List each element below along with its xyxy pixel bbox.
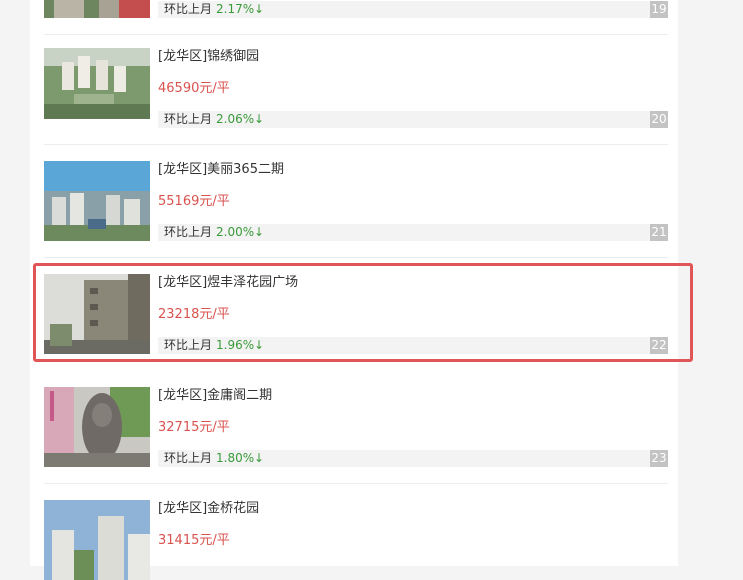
property-price: 32715元/平	[158, 420, 230, 435]
change-bar: 环比上月 1.96% ↓ 22	[158, 337, 668, 354]
change-percent: 2.00%	[216, 225, 255, 239]
down-arrow-icon: ↓	[254, 225, 265, 239]
divider	[44, 34, 668, 35]
property-name[interactable]: [龙华区]金庸阁二期	[158, 387, 272, 405]
property-title[interactable]: 金桥花园	[207, 501, 259, 516]
divider	[44, 144, 668, 145]
change-percent: 1.80%	[216, 451, 255, 465]
property-price: 55169元/平	[158, 194, 230, 209]
change-bar: 环比上月 2.00% ↓ 21	[158, 224, 668, 241]
property-name[interactable]: [龙华区]美丽365二期	[158, 161, 284, 179]
rank-badge: 23	[650, 450, 668, 467]
change-percent: 2.17%	[216, 2, 255, 16]
district-label: [龙华区]	[158, 162, 208, 177]
property-name[interactable]: [龙华区]金桥花园	[158, 500, 259, 518]
change-percent: 1.96%	[216, 338, 255, 352]
list-item[interactable]: 环比上月 2.17% ↓ 19	[44, 0, 668, 35]
property-price: 23218元/平	[158, 307, 230, 322]
rank-badge: 19	[650, 1, 668, 18]
change-percent: 2.06%	[216, 112, 255, 126]
down-arrow-icon: ↓	[254, 451, 265, 465]
property-thumbnail[interactable]	[44, 387, 150, 467]
change-bar: 环比上月 1.80% ↓ 23	[158, 450, 668, 467]
change-label: 环比上月	[164, 451, 213, 465]
rank-badge: 20	[650, 111, 668, 128]
rank-badge: 22	[650, 337, 668, 354]
list-item[interactable]: [龙华区]锦绣御园 46590元/平 环比上月 2.06% ↓ 20	[44, 48, 668, 145]
rank-badge: 21	[650, 224, 668, 241]
property-name[interactable]: [龙华区]锦绣御园	[158, 48, 259, 66]
property-thumbnail[interactable]	[44, 0, 150, 18]
down-arrow-icon: ↓	[254, 2, 265, 16]
change-bar: 环比上月 2.06% ↓ 20	[158, 111, 668, 128]
district-label: [龙华区]	[158, 275, 208, 290]
property-title[interactable]: 美丽365二期	[207, 162, 284, 177]
list-item[interactable]: [龙华区]美丽365二期 55169元/平 环比上月 2.00% ↓ 21	[44, 161, 668, 258]
list-item[interactable]: [龙华区]金庸阁二期 32715元/平 环比上月 1.80% ↓ 23	[44, 387, 668, 484]
property-name[interactable]: [龙华区]煜丰泽花园广场	[158, 274, 298, 292]
change-label: 环比上月	[164, 338, 213, 352]
property-title[interactable]: 金庸阁二期	[207, 388, 272, 403]
down-arrow-icon: ↓	[254, 338, 265, 352]
list-item[interactable]: [龙华区]煜丰泽花园广场 23218元/平 环比上月 1.96% ↓ 22	[44, 274, 668, 354]
change-label: 环比上月	[164, 112, 213, 126]
district-label: [龙华区]	[158, 388, 208, 403]
property-thumbnail[interactable]	[44, 161, 150, 241]
property-title[interactable]: 锦绣御园	[207, 49, 259, 64]
district-label: [龙华区]	[158, 501, 208, 516]
list-item[interactable]: [龙华区]金桥花园 31415元/平	[44, 500, 668, 580]
change-bar: 环比上月 2.17% ↓ 19	[158, 1, 668, 18]
district-label: [龙华区]	[158, 49, 208, 64]
change-label: 环比上月	[164, 225, 213, 239]
change-label: 环比上月	[164, 2, 213, 16]
divider	[44, 257, 668, 258]
down-arrow-icon: ↓	[254, 112, 265, 126]
property-price: 46590元/平	[158, 81, 230, 96]
property-thumbnail[interactable]	[44, 48, 150, 128]
property-thumbnail[interactable]	[44, 500, 150, 580]
property-price: 31415元/平	[158, 533, 230, 548]
divider	[44, 483, 668, 484]
property-title[interactable]: 煜丰泽花园广场	[207, 275, 298, 290]
property-thumbnail[interactable]	[44, 274, 150, 354]
